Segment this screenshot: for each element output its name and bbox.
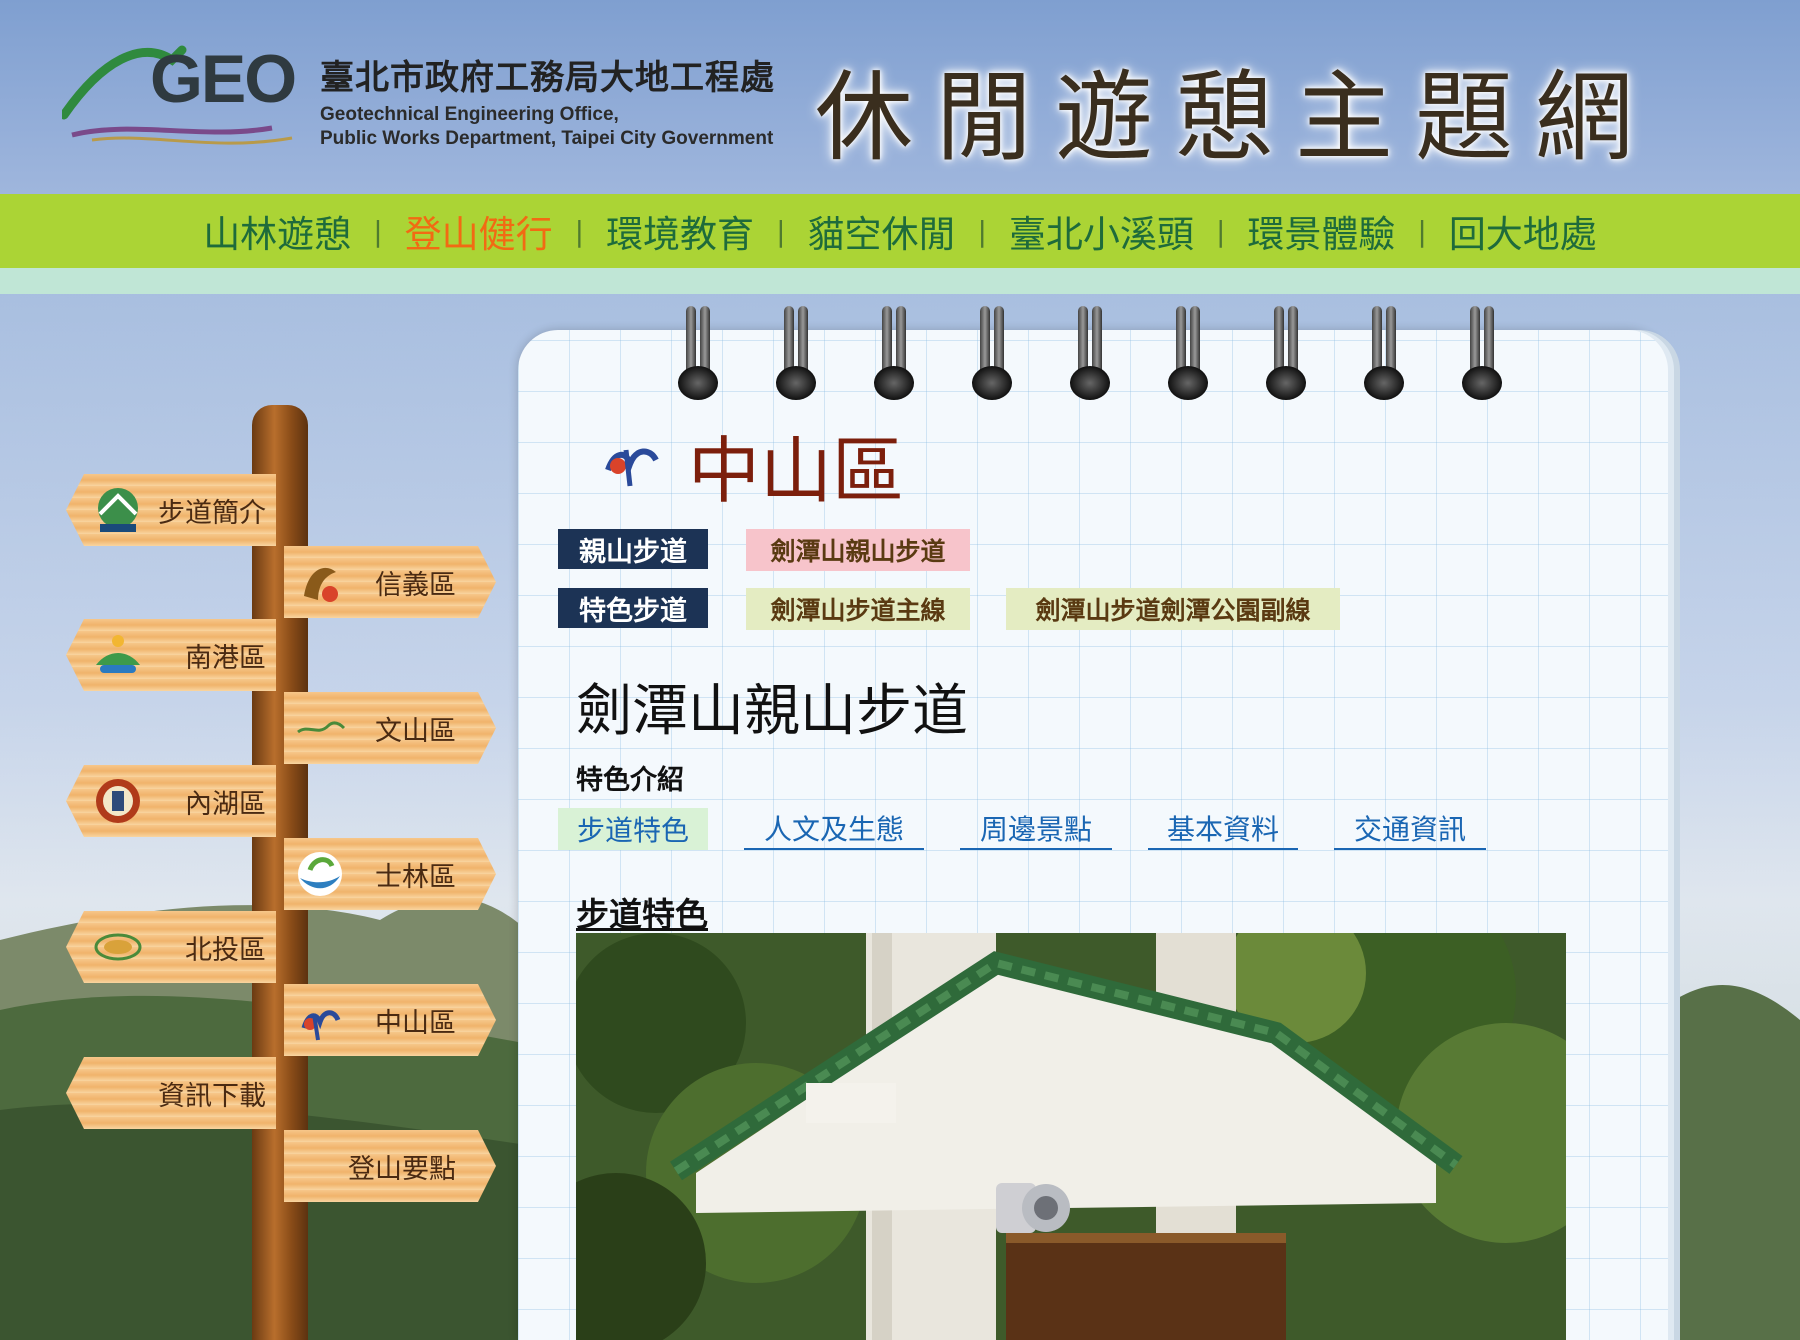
binder-ring [776,306,816,402]
shilin-logo-icon [294,848,346,900]
trail-name-heading: 劍潭山親山步道 [576,679,968,744]
sign-neihu[interactable]: 內湖區 [66,765,276,837]
nav-item-hiking[interactable]: 登山健行 [383,204,575,258]
org-name-zh: 臺北市政府工務局大地工程處 [320,58,775,98]
nav-separator: | [574,214,585,248]
zhongshan-logo-icon [294,994,346,1046]
logo-text[interactable]: GEO [150,40,297,118]
section-heading: 步道特色 [576,895,708,934]
binder-ring [1462,306,1502,402]
sign-trail-intro[interactable]: 步道簡介 [66,474,276,546]
binder-ring [972,306,1012,402]
sign-label: 中山區 [375,1007,456,1039]
tab-trail-features[interactable]: 步道特色 [558,808,708,850]
sign-beitou[interactable]: 北投區 [66,911,276,983]
sign-wenshan[interactable]: 文山區 [284,692,496,764]
sign-zhongshan[interactable]: 中山區 [284,984,496,1056]
beitou-logo-icon [92,921,144,973]
sign-label: 南港區 [185,642,266,674]
org-name-en: Geotechnical Engineering Office, Public … [320,104,774,149]
nav-separator: | [1417,214,1427,248]
zhongshan-logo-icon [605,448,659,487]
district-title: 中山區 [688,429,905,513]
xinyi-logo-icon [294,556,346,608]
taipei-logo-icon [92,484,144,536]
trail-link-park-branch[interactable]: 劍潭山步道劍潭公園副線 [1006,588,1340,630]
sign-label: 文山區 [375,715,456,747]
tab-transport-info[interactable]: 交通資訊 [1334,808,1486,850]
tab-nearby-attractions[interactable]: 周邊景點 [960,808,1112,850]
header: GEO 臺北市政府工務局大地工程處 Geotechnical Engineeri… [0,0,1800,194]
sign-label: 北投區 [185,934,266,966]
sign-label: 資訊下載 [158,1080,266,1112]
sign-nangang[interactable]: 南港區 [66,619,276,691]
nav-separator: | [776,214,786,248]
neihu-logo-icon [92,775,144,827]
sign-label: 登山要點 [348,1153,456,1185]
binder-ring [678,306,718,402]
category-label-trail: 親山步道 [558,529,708,569]
nav-separator: | [977,214,987,248]
nangang-logo-icon [92,629,144,681]
nav-item-home[interactable]: 回大地處 [1427,204,1619,258]
sign-label: 信義區 [375,569,456,601]
nav-item-maokong[interactable]: 貓空休閒 [786,204,978,258]
tab-culture-ecology[interactable]: 人文及生態 [744,808,924,850]
trail-link-main-line[interactable]: 劍潭山步道主線 [746,588,970,630]
site-title: 休閒遊憩主題網 [815,61,1656,175]
sign-shilin[interactable]: 士林區 [284,838,496,910]
main-nav: 山林遊憩 | 登山健行 | 環境教育 | 貓空休閒 | 臺北小溪頭 | 環景體驗… [0,194,1800,268]
nav-item-education[interactable]: 環境教育 [584,204,776,258]
nav-separator: | [1215,214,1226,248]
binder-ring [874,306,914,402]
nav-divider-strip [0,268,1800,294]
tab-basic-info[interactable]: 基本資料 [1148,808,1298,850]
trail-photo [576,933,1566,1340]
nav-item-forest[interactable]: 山林遊憩 [181,204,373,258]
sign-xinyi[interactable]: 信義區 [284,546,496,618]
wenshan-logo-icon [294,702,346,754]
sign-label: 步道簡介 [158,497,266,529]
binder-ring [1168,306,1208,402]
nav-item-panorama[interactable]: 環景體驗 [1225,204,1417,258]
category-label-feature: 特色步道 [558,588,708,628]
sign-download[interactable]: 資訊下載 [66,1057,276,1129]
sign-hiking-tips[interactable]: 登山要點 [284,1130,496,1202]
sign-label: 士林區 [375,861,456,893]
nav-item-xitou[interactable]: 臺北小溪頭 [987,204,1216,258]
feature-intro-heading: 特色介紹 [576,765,684,796]
binder-ring [1070,306,1110,402]
nav-separator: | [373,214,383,248]
trail-link-jiantan-mountain[interactable]: 劍潭山親山步道 [746,529,970,571]
binder-ring [1266,306,1306,402]
sign-label: 內湖區 [185,788,266,820]
binder-ring [1364,306,1404,402]
